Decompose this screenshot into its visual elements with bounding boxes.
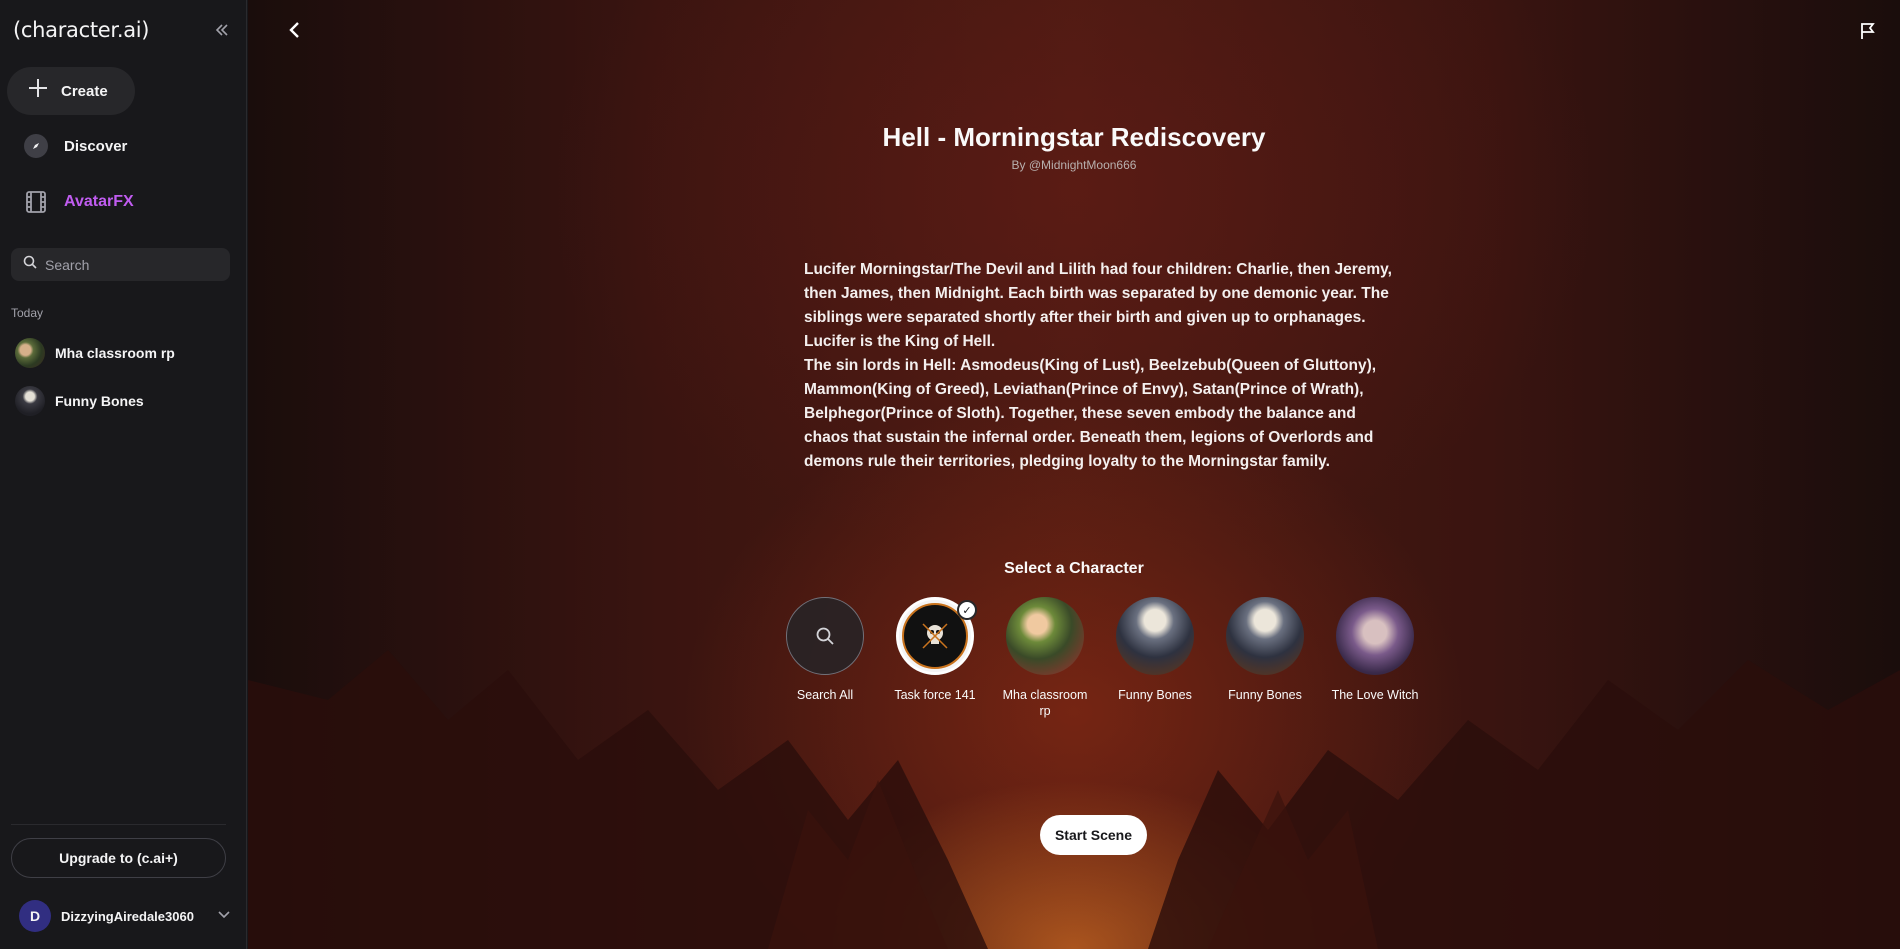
character-option-funny-bones[interactable]: Funny Bones	[1100, 597, 1210, 719]
sidebar-item-discover[interactable]: Discover	[24, 134, 127, 158]
user-avatar: D	[19, 900, 51, 932]
search-input[interactable]	[45, 256, 215, 273]
create-button-label: Create	[61, 82, 108, 100]
collapse-sidebar-icon[interactable]	[212, 20, 232, 40]
character-name: Funny Bones	[1228, 688, 1302, 702]
divider	[11, 824, 226, 825]
scene-title: Hell - Morningstar Rediscovery	[882, 122, 1266, 152]
sidebar-search[interactable]	[11, 248, 230, 281]
user-menu[interactable]: D DizzyingAiredale3060	[19, 900, 230, 932]
report-flag-icon[interactable]	[1857, 20, 1879, 42]
sidebar-item-label: AvatarFX	[64, 193, 134, 210]
mha-avatar	[1006, 597, 1084, 675]
character-avatar: ✓	[896, 597, 977, 675]
character-name: Mha classroom rp	[1002, 688, 1088, 718]
character-option-search-all[interactable]: Search All	[770, 597, 880, 719]
skeleton-avatar	[15, 386, 45, 416]
character-name: Task force 141	[894, 688, 976, 702]
select-character-heading: Select a Character	[1004, 560, 1144, 577]
character-name: Search All	[796, 688, 854, 702]
section-label-today: Today	[11, 306, 44, 320]
character-name: The Love Witch	[1331, 688, 1419, 702]
search-icon	[23, 255, 37, 274]
recent-chat-item[interactable]: Funny Bones	[15, 386, 144, 416]
search-icon	[786, 597, 864, 675]
username: DizzyingAiredale3060	[61, 908, 194, 924]
compass-icon	[24, 134, 48, 158]
character-option-task-force[interactable]: ✓ Task force 141	[880, 597, 990, 719]
recent-chat-item[interactable]: Mha classroom rp	[15, 338, 175, 368]
app-logo[interactable]: (character.ai)	[13, 18, 150, 42]
back-arrow-icon[interactable]	[283, 18, 307, 42]
description-paragraph: The sin lords in Hell: Asmodeus(King of …	[804, 357, 1377, 470]
character-option-mha[interactable]: Mha classroom rp	[990, 597, 1100, 719]
character-option-funny-bones[interactable]: Funny Bones	[1210, 597, 1320, 719]
character-picker: Search All ✓ Task force 141 Mha classroo…	[770, 597, 1430, 719]
witch-avatar	[1336, 597, 1414, 675]
sidebar-item-avatarfx[interactable]: AvatarFX	[24, 190, 134, 214]
film-icon	[24, 190, 48, 214]
scene-description: Lucifer Morningstar/The Devil and Lilith…	[804, 258, 1394, 474]
skeleton-avatar	[1226, 597, 1304, 675]
sidebar-item-label: Discover	[64, 137, 128, 155]
recent-chat-label: Funny Bones	[55, 393, 144, 409]
scene-main: Hell - Morningstar Rediscovery By @Midni…	[248, 0, 1900, 949]
recent-chat-label: Mha classroom rp	[55, 345, 175, 361]
check-icon: ✓	[957, 600, 977, 620]
plus-icon	[27, 76, 49, 104]
description-paragraph: Lucifer Morningstar/The Devil and Lilith…	[804, 261, 1392, 350]
skeleton-avatar	[1116, 597, 1194, 675]
sidebar: (character.ai) Create Discover AvatarFX	[0, 0, 247, 949]
character-name: Funny Bones	[1118, 688, 1192, 702]
scene-author[interactable]: By @MidnightMoon666	[248, 158, 1900, 172]
upgrade-button[interactable]: Upgrade to (c.ai+)	[11, 838, 226, 878]
mha-avatar	[15, 338, 45, 368]
create-button[interactable]: Create	[7, 67, 135, 115]
chevron-down-icon	[218, 910, 230, 922]
character-option-love-witch[interactable]: The Love Witch	[1320, 597, 1430, 719]
start-scene-button[interactable]: Start Scene	[1040, 815, 1147, 855]
